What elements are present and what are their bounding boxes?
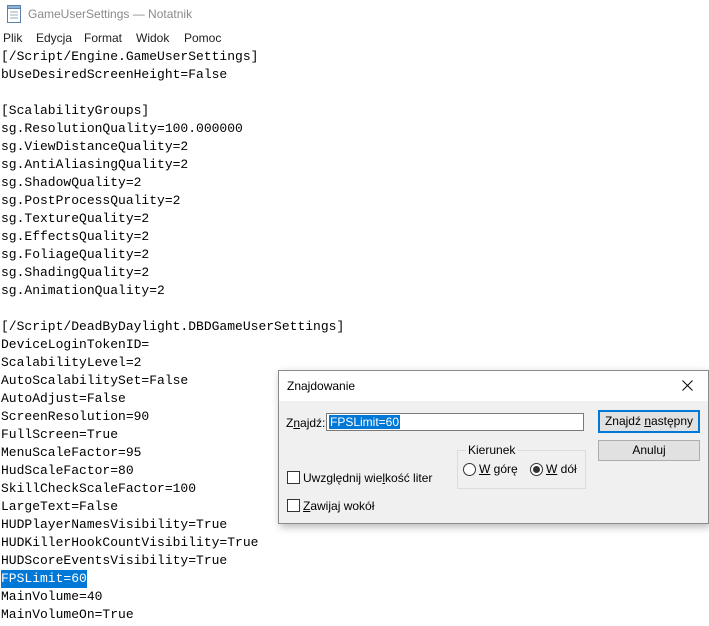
close-icon xyxy=(682,380,693,391)
text-line: HudScaleFactor=80 xyxy=(1,463,134,478)
text-line: sg.AntiAliasingQuality=2 xyxy=(1,157,189,172)
text-line: ScalabilityLevel=2 xyxy=(1,355,142,370)
text-line: sg.ViewDistanceQuality=2 xyxy=(1,139,189,154)
cancel-button[interactable]: Anuluj xyxy=(598,440,700,461)
menu-bar: Plik Edycja Format Widok Pomoc xyxy=(0,30,709,48)
direction-up-radio[interactable] xyxy=(463,463,476,476)
text-line: HUDKillerHookCountVisibility=True xyxy=(1,535,259,550)
text-line: MenuScaleFactor=95 xyxy=(1,445,142,460)
direction-down-label[interactable]: W dół xyxy=(546,462,577,476)
find-what-input[interactable]: FPSLimit=60 xyxy=(326,413,584,431)
text-line: sg.ShadowQuality=2 xyxy=(1,175,142,190)
notepad-icon xyxy=(7,5,22,23)
text-editor[interactable]: [/Script/Engine.GameUserSettings] bUseDes… xyxy=(0,48,709,626)
text-line: sg.TextureQuality=2 xyxy=(1,211,150,226)
text-line: bUseDesiredScreenHeight=False xyxy=(1,67,228,82)
direction-group: Kierunek W górę W dół xyxy=(457,443,586,489)
dialog-title-bar: Znajdowanie xyxy=(279,371,708,401)
radio-selected-dot xyxy=(533,466,540,473)
wrap-around-checkbox[interactable] xyxy=(287,499,300,512)
dialog-title: Znajdowanie xyxy=(287,379,356,393)
find-dialog: Znajdowanie Znajdź: FPSLimit=60 Znajdź n… xyxy=(278,370,709,524)
text-line: AutoScalabilitySet=False xyxy=(1,373,189,388)
direction-down-radio[interactable] xyxy=(530,463,543,476)
text-line: DeviceLoginTokenID= xyxy=(1,337,150,352)
text-line: LargeText=False xyxy=(1,499,119,514)
find-next-button[interactable]: Znajdź następny xyxy=(598,410,700,433)
text-line: HUDPlayerNamesVisibility=True xyxy=(1,517,228,532)
menu-item-edycja[interactable]: Edycja xyxy=(36,31,72,45)
text-line: sg.EffectsQuality=2 xyxy=(1,229,150,244)
text-line: SkillCheckScaleFactor=100 xyxy=(1,481,197,496)
direction-up-label[interactable]: W górę xyxy=(479,462,518,476)
text-line: HUDScoreEventsVisibility=True xyxy=(1,553,228,568)
text-line: sg.PostProcessQuality=2 xyxy=(1,193,181,208)
text-line: sg.FoliageQuality=2 xyxy=(1,247,150,262)
text-line: sg.ShadingQuality=2 xyxy=(1,265,150,280)
window-title: GameUserSettings — Notatnik xyxy=(28,7,193,21)
match-case-label[interactable]: Uwzględnij wielkość liter xyxy=(303,471,432,485)
text-line: [ScalabilityGroups] xyxy=(1,103,150,118)
text-line: sg.AnimationQuality=2 xyxy=(1,283,165,298)
title-bar: GameUserSettings — Notatnik xyxy=(0,0,709,30)
text-line: FullScreen=True xyxy=(1,427,119,442)
menu-item-pomoc[interactable]: Pomoc xyxy=(184,31,221,45)
menu-item-widok[interactable]: Widok xyxy=(136,31,169,45)
menu-item-plik[interactable]: Plik xyxy=(3,31,22,45)
find-what-label: Znajdź: xyxy=(286,416,326,430)
text-line: sg.ResolutionQuality=100.000000 xyxy=(1,121,243,136)
text-line: [/Script/Engine.GameUserSettings] xyxy=(1,49,259,64)
wrap-around-label[interactable]: Zawijaj wokół xyxy=(303,499,374,513)
text-line: MainVolumeOn=True xyxy=(1,607,134,622)
text-line: ScreenResolution=90 xyxy=(1,409,150,424)
text-line: AutoAdjust=False xyxy=(1,391,126,406)
match-case-checkbox[interactable] xyxy=(287,471,300,484)
selected-text-line: FPSLimit=60 xyxy=(1,570,87,588)
text-line: [/Script/DeadByDaylight.DBDGameUserSetti… xyxy=(1,319,345,334)
text-line: MainVolume=40 xyxy=(1,589,103,604)
dialog-close-button[interactable] xyxy=(668,371,708,401)
find-what-value: FPSLimit=60 xyxy=(329,415,401,429)
direction-label: Kierunek xyxy=(466,443,518,457)
menu-item-format[interactable]: Format xyxy=(84,31,122,45)
